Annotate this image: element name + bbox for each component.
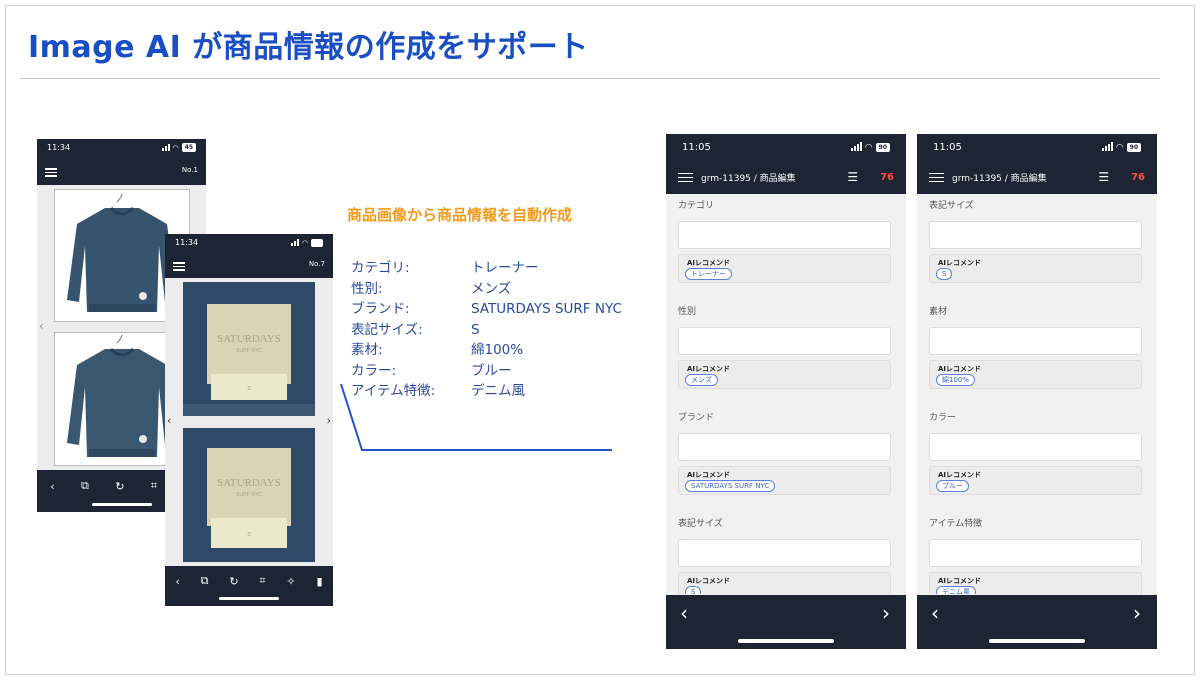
phone-header: 11:05 ◠ 90 grm-11395 / 商品編集 ☰ 76 xyxy=(917,134,1157,194)
chevron-right-icon[interactable]: › xyxy=(882,601,890,625)
battery-icon: 90 xyxy=(1126,143,1141,152)
ai-recommend-chip[interactable]: メンズ xyxy=(685,374,718,386)
ai-recommend-label: AIレコメンド xyxy=(687,471,731,479)
battery-icon: 90 xyxy=(875,143,890,152)
field-input[interactable] xyxy=(678,433,891,461)
breadcrumb: grm-11395 / 商品編集 xyxy=(952,173,1047,184)
ai-recommend-box: AIレコメンド ブルー xyxy=(929,466,1142,495)
remaining-count: 76 xyxy=(1131,171,1145,183)
home-indicator xyxy=(989,639,1085,643)
edit-form: 表記サイズ AIレコメンド S 素材 AIレコメンド 綿100% カラー AIレコメンド ブルー… xyxy=(917,194,1157,594)
signal-icon xyxy=(1101,142,1113,151)
chevron-left-icon[interactable]: ‹ xyxy=(680,601,688,625)
ai-recommend-box: AIレコメンド デニム風 xyxy=(929,572,1142,594)
field-label: 性別 xyxy=(678,307,697,317)
bottom-nav: ‹ › xyxy=(666,595,906,649)
field-input[interactable] xyxy=(929,221,1142,249)
ai-recommend-chip[interactable]: 綿100% xyxy=(936,374,976,386)
field-label: カテゴリ xyxy=(678,201,715,211)
ai-recommend-box: AIレコメンド S xyxy=(929,254,1142,283)
chevron-right-icon[interactable]: › xyxy=(1133,601,1141,625)
phone-header: 11:05 ◠ 90 grm-11395 / 商品編集 ☰ 76 xyxy=(666,134,906,194)
ai-recommend-chip[interactable]: トレーナー xyxy=(685,268,732,280)
ai-recommend-label: AIレコメンド xyxy=(687,577,731,585)
field-input[interactable] xyxy=(929,539,1142,567)
ai-recommend-box: AIレコメンド SATURDAYS SURF NYC xyxy=(678,466,891,495)
field-input[interactable] xyxy=(678,327,891,355)
ai-recommend-label: AIレコメンド xyxy=(687,259,731,267)
field-label: カラー xyxy=(929,413,957,423)
status-time: 11:05 xyxy=(682,142,711,153)
ai-recommend-label: AIレコメンド xyxy=(938,577,982,585)
field-input[interactable] xyxy=(929,327,1142,355)
ai-recommend-chip[interactable]: SATURDAYS SURF NYC xyxy=(685,480,776,492)
wifi-icon: ◠ xyxy=(864,142,873,153)
form-field: カテゴリ AIレコメンド トレーナー xyxy=(678,198,891,283)
ai-recommend-chip[interactable]: デニム風 xyxy=(936,586,976,594)
ai-recommend-label: AIレコメンド xyxy=(938,259,982,267)
edit-form: カテゴリ AIレコメンド トレーナー 性別 AIレコメンド メンズ ブランド AIレコメンド S… xyxy=(666,194,906,594)
form-field: 表記サイズ AIレコメンド S xyxy=(678,516,891,594)
form-field: 表記サイズ AIレコメンド S xyxy=(929,198,1142,283)
status-bar: 11:05 ◠ 90 xyxy=(917,134,1157,161)
ai-recommend-label: AIレコメンド xyxy=(938,471,982,479)
form-field: 性別 AIレコメンド メンズ xyxy=(678,304,891,389)
field-label: ブランド xyxy=(678,413,715,423)
form-field: カラー AIレコメンド ブルー xyxy=(929,410,1142,495)
menu-icon[interactable] xyxy=(929,170,944,185)
home-indicator xyxy=(738,639,834,643)
field-label: 表記サイズ xyxy=(678,519,723,529)
ai-recommend-box: AIレコメンド 綿100% xyxy=(929,360,1142,389)
menu-icon[interactable] xyxy=(678,170,693,185)
field-label: 素材 xyxy=(929,307,948,317)
ai-recommend-chip[interactable]: S xyxy=(936,268,953,280)
ai-recommend-box: AIレコメンド S xyxy=(678,572,891,594)
field-input[interactable] xyxy=(929,433,1142,461)
product-edit-phone-1: 11:05 ◠ 90 grm-11395 / 商品編集 ☰ 76 カテゴリ AIレコメンド トレ… xyxy=(666,134,906,649)
field-label: 表記サイズ xyxy=(929,201,974,211)
checklist-icon[interactable]: ☰ xyxy=(847,170,858,184)
wifi-icon: ◠ xyxy=(1115,142,1124,153)
bottom-nav: ‹ › xyxy=(917,595,1157,649)
field-label: アイテム特徴 xyxy=(929,519,983,529)
ai-recommend-chip[interactable]: S xyxy=(685,586,702,594)
chevron-left-icon[interactable]: ‹ xyxy=(931,601,939,625)
field-input[interactable] xyxy=(678,539,891,567)
ai-recommend-label: AIレコメンド xyxy=(687,365,731,373)
ai-recommend-box: AIレコメンド トレーナー xyxy=(678,254,891,283)
ai-recommend-label: AIレコメンド xyxy=(938,365,982,373)
form-field: ブランド AIレコメンド SATURDAYS SURF NYC xyxy=(678,410,891,495)
breadcrumb: grm-11395 / 商品編集 xyxy=(701,173,796,184)
status-bar: 11:05 ◠ 90 xyxy=(666,134,906,161)
form-field: 素材 AIレコメンド 綿100% xyxy=(929,304,1142,389)
status-time: 11:05 xyxy=(933,142,962,153)
signal-icon xyxy=(850,142,862,151)
ai-recommend-box: AIレコメンド メンズ xyxy=(678,360,891,389)
remaining-count: 76 xyxy=(880,171,894,183)
field-input[interactable] xyxy=(678,221,891,249)
ai-recommend-chip[interactable]: ブルー xyxy=(936,480,969,492)
product-edit-phone-2: 11:05 ◠ 90 grm-11395 / 商品編集 ☰ 76 表記サイズ AIレコメンド S… xyxy=(917,134,1157,649)
checklist-icon[interactable]: ☰ xyxy=(1098,170,1109,184)
form-field: アイテム特徴 AIレコメンド デニム風 xyxy=(929,516,1142,594)
